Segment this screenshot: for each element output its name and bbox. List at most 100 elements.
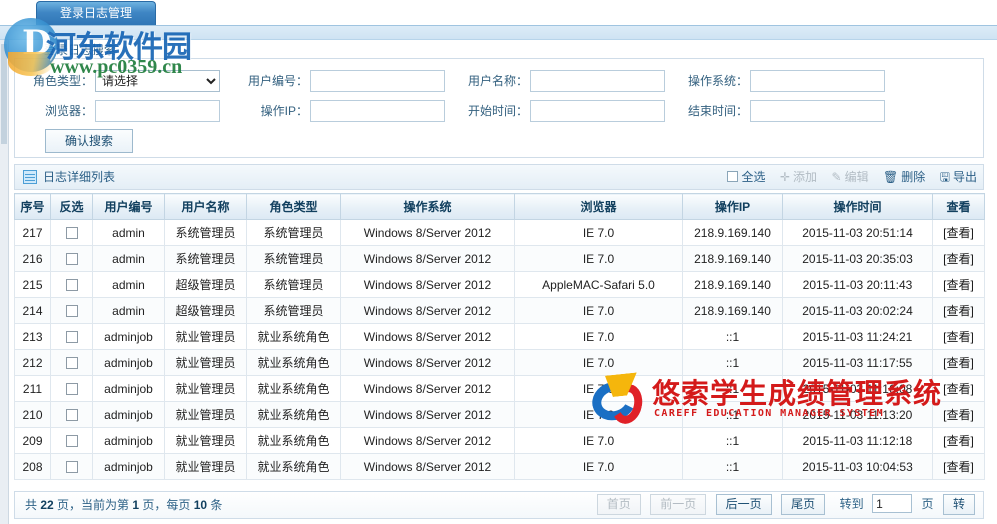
row-checkbox[interactable] [65, 253, 78, 266]
cell-browser: IE 7.0 [514, 219, 683, 246]
table-row[interactable]: 217 admin 系统管理员 系统管理员 Windows 8/Server 2012 I… [14, 219, 985, 246]
cell-browser: IE 7.0 [514, 427, 683, 454]
cell-row-checkbox[interactable] [50, 427, 93, 454]
row-checkbox[interactable] [65, 279, 78, 292]
view-link[interactable]: [查看] [943, 304, 974, 318]
pager-last-button[interactable]: 尾页 [781, 494, 826, 515]
cell-role-type: 系统管理员 [246, 219, 341, 246]
table-row[interactable]: 209 adminjob 就业管理员 就业系统角色 Windows 8/Server 2… [14, 427, 985, 454]
cell-row-checkbox[interactable] [50, 453, 93, 480]
cell-view[interactable]: [查看] [932, 271, 985, 298]
cell-view[interactable]: [查看] [932, 297, 985, 324]
row-checkbox[interactable] [65, 383, 78, 396]
table-row[interactable]: 214 admin 超级管理员 系统管理员 Windows 8/Server 2012 I… [14, 297, 985, 324]
col-invert-select[interactable]: 反选 [50, 193, 93, 220]
view-link[interactable]: [查看] [943, 382, 974, 396]
cell-op-time: 2015-11-03 10:04:53 [782, 453, 933, 480]
view-link[interactable]: [查看] [943, 460, 974, 474]
search-input-user-id[interactable] [310, 70, 445, 92]
row-checkbox[interactable] [65, 305, 78, 318]
checkbox-icon[interactable] [726, 171, 738, 182]
table-row[interactable]: 212 adminjob 就业管理员 就业系统角色 Windows 8/Server 2… [14, 349, 985, 376]
search-input-op-ip[interactable] [310, 100, 445, 122]
action-delete[interactable]: 🗑 删除 [883, 165, 925, 189]
cell-index: 215 [14, 271, 51, 298]
row-checkbox[interactable] [65, 357, 78, 370]
view-link[interactable]: [查看] [943, 252, 974, 266]
search-input-role-type[interactable]: 请选择 [95, 70, 220, 92]
cell-view[interactable]: [查看] [932, 427, 985, 454]
cell-row-checkbox[interactable] [50, 297, 93, 324]
cell-user-id: adminjob [92, 427, 165, 454]
pager-next-button[interactable]: 后一页 [715, 494, 772, 515]
col-op-time[interactable]: 操作时间 [782, 193, 933, 220]
view-link[interactable]: [查看] [943, 408, 974, 422]
search-input-end-time[interactable] [750, 100, 885, 122]
view-link[interactable]: [查看] [943, 278, 974, 292]
action-export[interactable]: 🖫 导出 [940, 165, 977, 189]
table-row[interactable]: 213 adminjob 就业管理员 就业系统角色 Windows 8/Server 2… [14, 323, 985, 350]
search-input-os[interactable] [750, 70, 885, 92]
cell-view[interactable]: [查看] [932, 375, 985, 402]
cell-row-checkbox[interactable] [50, 219, 93, 246]
row-checkbox[interactable] [65, 435, 78, 448]
cell-view[interactable]: [查看] [932, 349, 985, 376]
col-user-name[interactable]: 用户名称 [164, 193, 247, 220]
table-row[interactable]: 211 adminjob 就业管理员 就业系统角色 Windows 8/Server 2… [14, 375, 985, 402]
cell-row-checkbox[interactable] [50, 323, 93, 350]
page-scroll-rail[interactable] [0, 40, 9, 524]
action-select-all[interactable]: 全选 [726, 165, 766, 189]
table-row[interactable]: 208 adminjob 就业管理员 就业系统角色 Windows 8/Server 2… [14, 453, 985, 480]
cell-op-ip: ::1 [682, 323, 783, 350]
pager-goto-input[interactable] [872, 494, 913, 513]
row-checkbox[interactable] [65, 227, 78, 240]
search-input-user-name[interactable] [530, 70, 665, 92]
cell-row-checkbox[interactable] [50, 245, 93, 272]
col-os[interactable]: 操作系统 [340, 193, 515, 220]
cell-op-ip: ::1 [682, 401, 783, 428]
cell-user-name: 就业管理员 [164, 375, 247, 402]
view-link[interactable]: [查看] [943, 330, 974, 344]
action-edit[interactable]: ✎ 编辑 [832, 165, 869, 189]
col-user-id[interactable]: 用户编号 [92, 193, 165, 220]
search-input-start-time[interactable] [530, 100, 665, 122]
view-link[interactable]: [查看] [943, 434, 974, 448]
table-row[interactable]: 210 adminjob 就业管理员 就业系统角色 Windows 8/Server 2… [14, 401, 985, 428]
view-link[interactable]: [查看] [943, 356, 974, 370]
cell-view[interactable]: [查看] [932, 401, 985, 428]
search-submit-button[interactable]: 确认搜索 [45, 129, 133, 153]
pager-first-button[interactable]: 首页 [596, 494, 641, 515]
scroll-thumb[interactable] [1, 44, 7, 144]
col-op-ip[interactable]: 操作IP [682, 193, 783, 220]
col-browser[interactable]: 浏览器 [514, 193, 683, 220]
cell-view[interactable]: [查看] [932, 245, 985, 272]
row-checkbox[interactable] [65, 461, 78, 474]
col-role-type[interactable]: 角色类型 [246, 193, 341, 220]
cell-row-checkbox[interactable] [50, 271, 93, 298]
cell-row-checkbox[interactable] [50, 401, 93, 428]
cell-view[interactable]: [查看] [932, 219, 985, 246]
cell-user-name: 就业管理员 [164, 453, 247, 480]
cell-view[interactable]: [查看] [932, 323, 985, 350]
cell-user-name: 系统管理员 [164, 219, 247, 246]
table-row[interactable]: 216 admin 系统管理员 系统管理员 Windows 8/Server 2012 I… [14, 245, 985, 272]
pager-go-button[interactable]: 转 [942, 494, 975, 515]
row-checkbox[interactable] [65, 331, 78, 344]
col-view[interactable]: 查看 [932, 193, 985, 220]
label-end-time: 结束时间： [687, 104, 748, 118]
tab-login-log-management[interactable]: 登录日志管理 [36, 1, 156, 25]
cell-role-type: 就业系统角色 [246, 401, 341, 428]
cell-row-checkbox[interactable] [50, 349, 93, 376]
summary-mid2: 页，每页 [139, 498, 194, 512]
search-input-browser[interactable] [95, 100, 220, 122]
table-row[interactable]: 215 admin 超级管理员 系统管理员 Windows 8/Server 2012 A… [14, 271, 985, 298]
action-add[interactable]: ✛ 添加 [780, 165, 817, 189]
view-link[interactable]: [查看] [943, 226, 974, 240]
plus-icon: ✛ [779, 170, 791, 184]
cell-view[interactable]: [查看] [932, 453, 985, 480]
cell-op-time: 2015-11-03 20:51:14 [782, 219, 933, 246]
row-checkbox[interactable] [65, 409, 78, 422]
cell-row-checkbox[interactable] [50, 375, 93, 402]
col-index[interactable]: 序号 [14, 193, 51, 220]
pager-prev-button[interactable]: 前一页 [650, 494, 707, 515]
